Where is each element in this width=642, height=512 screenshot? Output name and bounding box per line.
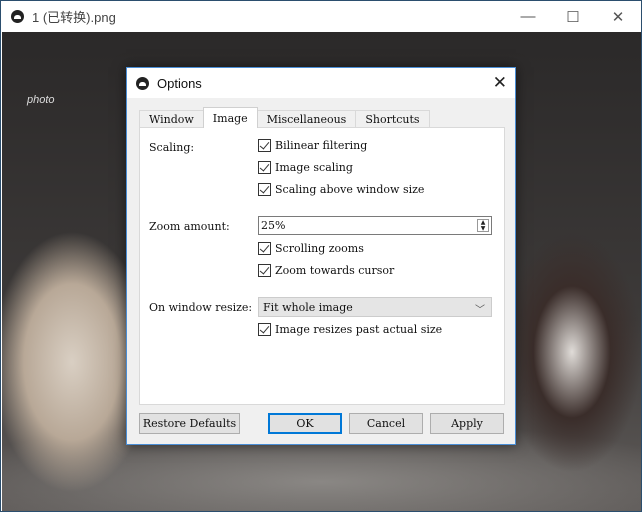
checkbox-label: Image scaling bbox=[275, 161, 353, 174]
checkbox-label: Zoom towards cursor bbox=[275, 264, 395, 277]
close-button[interactable]: ✕ bbox=[595, 1, 641, 32]
window-resize-label: On window resize: bbox=[149, 301, 253, 314]
apply-button[interactable]: Apply bbox=[430, 413, 504, 434]
scaling-label: Scaling: bbox=[149, 141, 195, 154]
zoom-amount-label: Zoom amount: bbox=[149, 220, 230, 233]
dialog-titlebar: Options ✕ bbox=[127, 68, 515, 98]
scrolling-zooms-checkbox[interactable]: Scrolling zooms bbox=[258, 242, 364, 255]
checkbox-checked-icon bbox=[258, 264, 271, 277]
maximize-button[interactable]: ☐ bbox=[550, 1, 596, 32]
dialog-close-button[interactable]: ✕ bbox=[493, 73, 507, 93]
scaling-above-window-checkbox[interactable]: Scaling above window size bbox=[258, 183, 424, 196]
spin-arrows-icon[interactable]: ▲ ▼ bbox=[477, 219, 489, 232]
options-dialog: Options ✕ Window Image Miscellaneous Sho… bbox=[126, 67, 516, 445]
bilinear-filtering-checkbox[interactable]: Bilinear filtering bbox=[258, 139, 367, 152]
ok-button[interactable]: OK bbox=[268, 413, 342, 434]
tab-miscellaneous[interactable]: Miscellaneous bbox=[256, 110, 357, 128]
checkbox-checked-icon bbox=[258, 139, 271, 152]
checkbox-label: Image resizes past actual size bbox=[275, 323, 443, 336]
tab-image[interactable]: Image bbox=[202, 107, 258, 128]
checkbox-checked-icon bbox=[258, 161, 271, 174]
image-tab-panel: Scaling: Bilinear filtering Image scalin… bbox=[139, 127, 505, 405]
checkbox-checked-icon bbox=[258, 323, 271, 336]
checkbox-checked-icon bbox=[258, 242, 271, 255]
checkbox-checked-icon bbox=[258, 183, 271, 196]
checkbox-label: Bilinear filtering bbox=[275, 139, 368, 152]
app-icon bbox=[11, 10, 24, 23]
window-resize-value: Fit whole image bbox=[263, 300, 353, 314]
tab-bar: Window Image Miscellaneous Shortcuts bbox=[139, 107, 430, 128]
checkbox-label: Scaling above window size bbox=[275, 183, 425, 196]
window-resize-select[interactable]: Fit whole image ﹀ bbox=[258, 297, 492, 317]
cancel-button[interactable]: Cancel bbox=[349, 413, 423, 434]
photo-signature: photo bbox=[27, 94, 55, 106]
image-resizes-past-checkbox[interactable]: Image resizes past actual size bbox=[258, 323, 442, 336]
window-title: 1 (已转换).png bbox=[32, 10, 116, 25]
window-titlebar: 1 (已转换).png — ☐ ✕ bbox=[1, 1, 641, 32]
restore-defaults-button[interactable]: Restore Defaults bbox=[139, 413, 240, 434]
tab-shortcuts[interactable]: Shortcuts bbox=[355, 110, 430, 128]
minimize-button[interactable]: — bbox=[505, 1, 551, 32]
checkbox-label: Scrolling zooms bbox=[275, 242, 364, 255]
dialog-title: Options bbox=[157, 75, 202, 91]
chevron-down-icon: ﹀ bbox=[475, 305, 485, 316]
zoom-amount-value: 25% bbox=[261, 219, 286, 232]
zoom-towards-cursor-checkbox[interactable]: Zoom towards cursor bbox=[258, 264, 394, 277]
tab-window[interactable]: Window bbox=[139, 110, 204, 128]
image-scaling-checkbox[interactable]: Image scaling bbox=[258, 161, 353, 174]
app-icon bbox=[136, 76, 149, 90]
zoom-amount-spinbox[interactable]: 25% ▲ ▼ bbox=[258, 216, 492, 235]
